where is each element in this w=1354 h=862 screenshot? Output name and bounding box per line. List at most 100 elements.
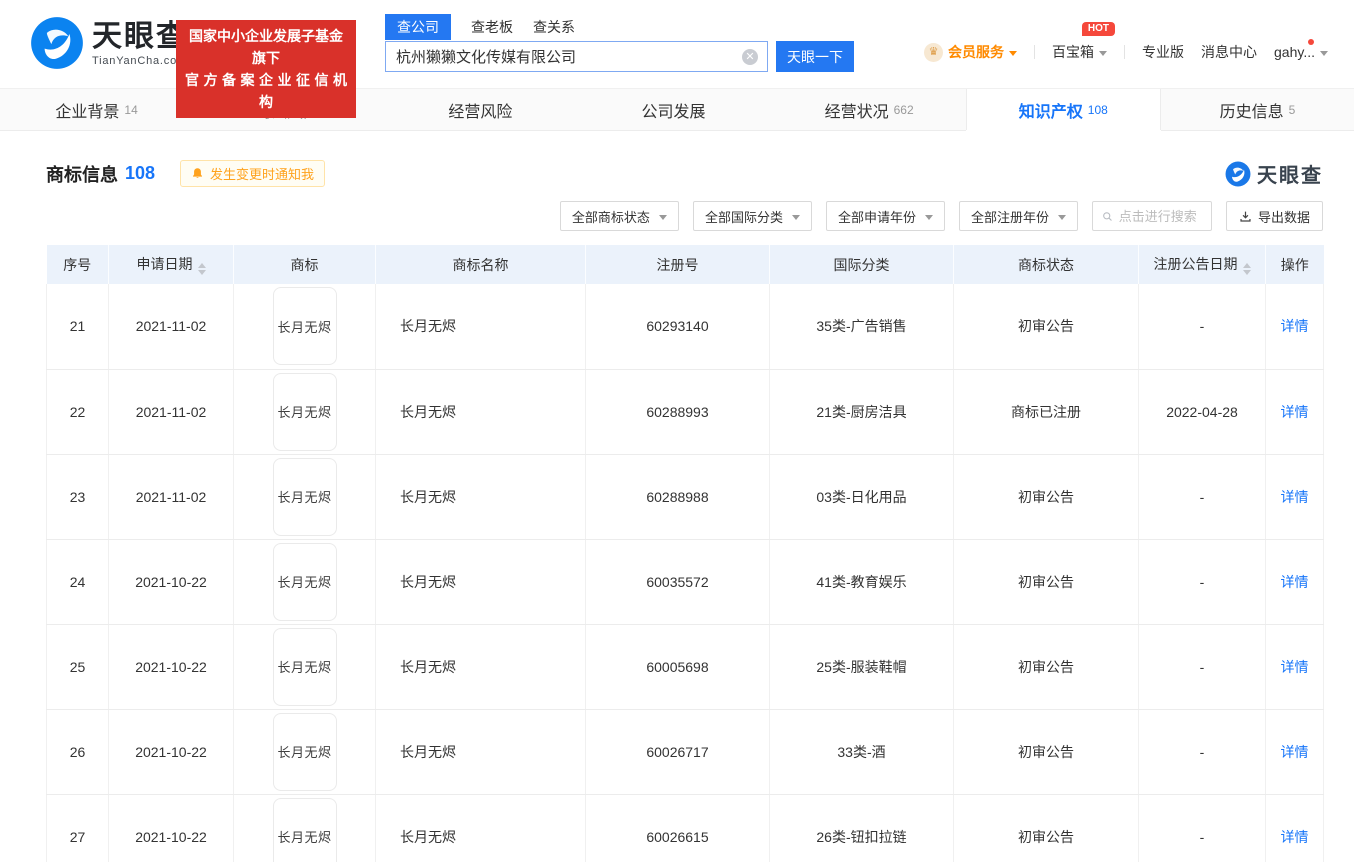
- sort-icon[interactable]: [197, 263, 206, 275]
- cell-pubdate: -: [1138, 624, 1266, 710]
- table-search-input[interactable]: [1118, 208, 1202, 224]
- trademark-image[interactable]: 长月无烬: [272, 372, 337, 451]
- search-button[interactable]: 天眼一下: [776, 41, 854, 72]
- main-content: 商标信息 108 发生变更时通知我 天眼查 全部商标状态 全部国际分类 全部申请…: [0, 131, 1354, 862]
- cell-class: 25类-服装鞋帽: [769, 624, 954, 710]
- tab-company-development[interactable]: 公司发展: [579, 89, 772, 130]
- menu-user-account[interactable]: gahy...: [1274, 39, 1328, 60]
- cell-regno: 60288993: [585, 369, 770, 455]
- cell-action: 详情: [1265, 794, 1324, 862]
- cell-seq: 21: [46, 284, 109, 370]
- cell-name: 长月无烬: [375, 794, 586, 862]
- cell-action: 详情: [1265, 454, 1324, 540]
- filter-trademark-status[interactable]: 全部商标状态: [559, 201, 679, 231]
- cell-pubdate: -: [1138, 284, 1266, 370]
- menu-user-label: gahy...: [1274, 44, 1315, 60]
- tab-operating-status[interactable]: 经营状况 662: [773, 89, 966, 130]
- filter-intl-class[interactable]: 全部国际分类: [692, 201, 812, 231]
- detail-link[interactable]: 详情: [1281, 659, 1309, 675]
- detail-link[interactable]: 详情: [1281, 574, 1309, 590]
- col-seq: 序号: [46, 245, 109, 284]
- detail-link[interactable]: 详情: [1281, 744, 1309, 760]
- search-area: 查公司 查老板 查关系 ✕ 天眼一下: [385, 14, 854, 72]
- logo-title: 天眼查: [92, 19, 188, 53]
- cell-regno: 60005698: [585, 624, 770, 710]
- table-row: 27 2021-10-22 长月无烬 长月无烬 60026615 26类-钮扣拉…: [46, 794, 1324, 862]
- cell-mark: 长月无烬: [233, 284, 376, 370]
- sort-icon[interactable]: [1242, 263, 1251, 275]
- cell-seq: 24: [46, 539, 109, 625]
- detail-link[interactable]: 详情: [1281, 829, 1309, 845]
- menu-message-center[interactable]: 消息中心: [1201, 42, 1257, 62]
- cell-seq: 26: [46, 709, 109, 795]
- detail-link[interactable]: 详情: [1281, 318, 1309, 334]
- tianyancha-logo-icon: [31, 17, 83, 69]
- trademark-image[interactable]: 长月无烬: [272, 627, 337, 706]
- bell-icon: [193, 168, 203, 179]
- filter-register-year[interactable]: 全部注册年份: [958, 201, 1078, 231]
- menu-pro-version[interactable]: 专业版: [1142, 42, 1184, 62]
- cell-name: 长月无烬: [375, 284, 586, 370]
- cell-name: 长月无烬: [375, 709, 586, 795]
- chevron-down-icon: [791, 214, 800, 220]
- cell-mark: 长月无烬: [233, 709, 376, 795]
- trademark-image[interactable]: 长月无烬: [272, 457, 337, 536]
- tab-company-background[interactable]: 企业背景 14: [0, 89, 193, 130]
- trademark-image[interactable]: 长月无烬: [272, 712, 337, 791]
- tianyancha-logo[interactable]: 天眼查 TianYanCha.com: [30, 16, 188, 70]
- cell-status: 初审公告: [953, 454, 1139, 540]
- logo-subtitle: TianYanCha.com: [92, 54, 187, 67]
- notify-on-change-button[interactable]: 发生变更时通知我: [180, 160, 326, 187]
- col-reg-number: 注册号: [585, 245, 770, 284]
- cell-name: 长月无烬: [375, 454, 586, 540]
- table-row: 25 2021-10-22 长月无烬 长月无烬 60005698 25类-服装鞋…: [46, 624, 1324, 710]
- table-row: 23 2021-11-02 长月无烬 长月无烬 60288988 03类-日化用…: [46, 454, 1324, 540]
- gov-badge-line1: 国家中小企业发展子基金旗下: [189, 28, 343, 66]
- cell-date: 2021-10-22: [108, 709, 234, 795]
- cell-seq: 25: [46, 624, 109, 710]
- top-menu: ♛ 会员服务 HOT 百宝箱 专业版 消息中心 gahy...: [924, 22, 1328, 62]
- search-tab-boss[interactable]: 查老板: [471, 14, 513, 40]
- chevron-down-icon: [924, 214, 933, 220]
- cell-class: 03类-日化用品: [769, 454, 954, 540]
- watermark-logo-text: 天眼查: [1257, 165, 1323, 187]
- cell-class: 33类-酒: [769, 709, 954, 795]
- cell-date: 2021-10-22: [108, 794, 234, 862]
- clear-input-icon[interactable]: ✕: [742, 49, 758, 65]
- cell-status: 初审公告: [953, 539, 1139, 625]
- cell-name: 长月无烬: [375, 369, 586, 455]
- detail-link[interactable]: 详情: [1281, 489, 1309, 505]
- filter-apply-year[interactable]: 全部申请年份: [825, 201, 945, 231]
- hot-badge: HOT: [1081, 22, 1115, 36]
- cell-status: 初审公告: [953, 284, 1139, 370]
- cell-pubdate: -: [1138, 454, 1266, 540]
- export-button-label: 导出数据: [1257, 209, 1310, 225]
- menu-toolbox-label: 百宝箱: [1052, 44, 1094, 60]
- tab-history-info[interactable]: 历史信息 5: [1161, 89, 1354, 130]
- detail-link[interactable]: 详情: [1281, 404, 1309, 420]
- table-row: 21 2021-11-02 长月无烬 长月无烬 60293140 35类-广告销…: [46, 284, 1324, 370]
- search-tab-relation[interactable]: 查关系: [533, 14, 575, 40]
- trademark-image[interactable]: 长月无烬: [272, 542, 337, 621]
- company-search-input[interactable]: [386, 42, 767, 71]
- table-search-box[interactable]: [1091, 201, 1212, 231]
- cell-action: 详情: [1265, 284, 1324, 370]
- col-trademark: 商标: [233, 245, 376, 284]
- notify-button-label: 发生变更时通知我: [210, 167, 315, 182]
- search-tab-company[interactable]: 查公司: [385, 14, 451, 40]
- tab-intellectual-property[interactable]: 知识产权 108: [965, 89, 1161, 130]
- tab-operation-risk[interactable]: 经营风险: [386, 89, 579, 130]
- table-row: 24 2021-10-22 长月无烬 长月无烬 60035572 41类-教育娱…: [46, 539, 1324, 625]
- export-data-button[interactable]: 导出数据: [1225, 201, 1323, 231]
- tianyancha-logo-icon: [1225, 161, 1251, 186]
- trademark-image[interactable]: 长月无烬: [272, 287, 337, 366]
- menu-vip-services[interactable]: ♛ 会员服务: [924, 42, 1017, 62]
- menu-toolbox[interactable]: HOT 百宝箱: [1052, 22, 1115, 62]
- section-header: 商标信息 108 发生变更时通知我 天眼查: [46, 159, 1323, 188]
- cell-date: 2021-11-02: [108, 454, 234, 540]
- search-icon: [1103, 211, 1112, 221]
- col-trademark-name: 商标名称: [375, 245, 586, 284]
- gov-badge-line2: 官方备案企业征信机构: [185, 72, 352, 110]
- cell-name: 长月无烬: [375, 539, 586, 625]
- trademark-image[interactable]: 长月无烬: [272, 797, 337, 862]
